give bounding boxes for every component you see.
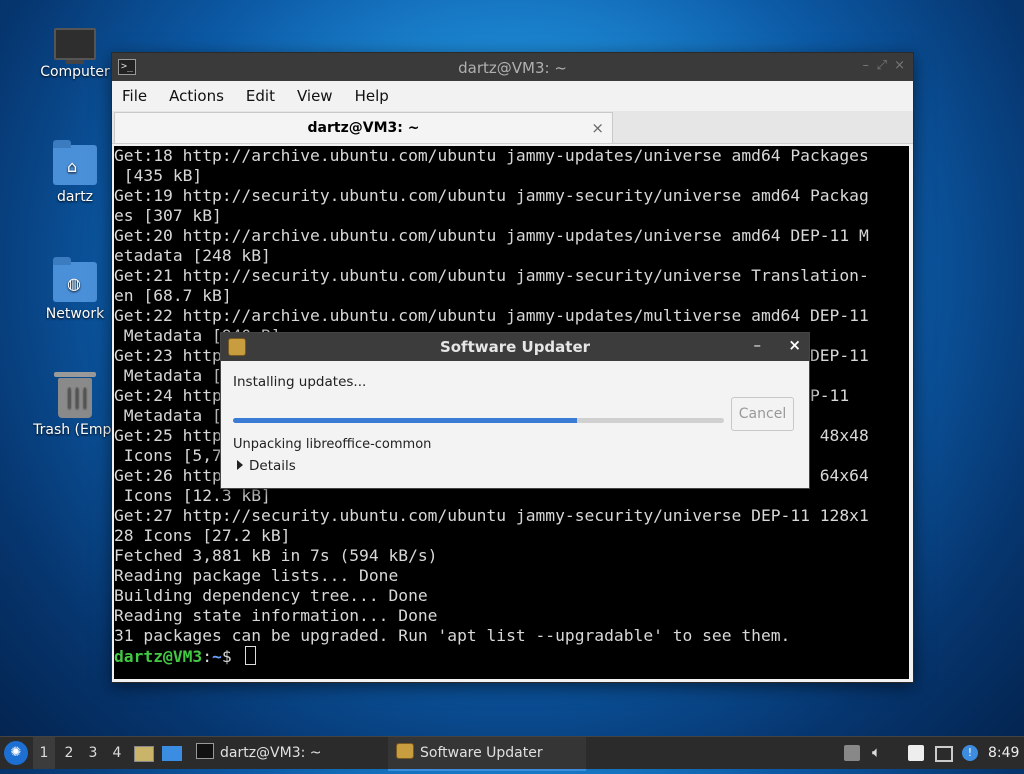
update-notifier-icon[interactable] (844, 745, 860, 761)
terminal-line: Fetched 3,881 kB in 7s (594 kB/s) (114, 546, 438, 565)
tab-close-icon[interactable]: × (591, 113, 604, 143)
computer-icon (54, 28, 96, 64)
network-folder-icon: ◍ (53, 257, 97, 302)
workspace-3[interactable]: 3 (82, 737, 104, 769)
clipboard-icon[interactable] (908, 745, 924, 761)
prompt-dollar: $ (221, 647, 242, 666)
status-text: Installing updates... (233, 374, 367, 390)
terminal-line: Reading state information... Done (114, 606, 438, 625)
progress-bar (233, 418, 724, 423)
taskbar: ✺ 1 2 3 4 dartz@VM3: ~ Software Updater … (0, 736, 1024, 771)
desktop-icon-label: Computer (40, 64, 110, 80)
menu-actions[interactable]: Actions (169, 87, 224, 105)
terminal-line: Get:18 http://archive.ubuntu.com/ubuntu … (114, 146, 869, 165)
dialog-titlebar[interactable]: Software Updater – × (221, 333, 809, 361)
maximize-icon[interactable]: ⤢ (877, 58, 887, 73)
menu-edit[interactable]: Edit (246, 87, 275, 105)
workspace-label: 1 (39, 745, 49, 761)
menubar: File Actions Edit View Help (112, 81, 913, 111)
expander-arrow-icon (237, 460, 243, 470)
desktop-icon-computer[interactable]: Computer (25, 22, 125, 80)
details-expander[interactable]: Details (237, 458, 296, 474)
cancel-button[interactable]: Cancel (731, 397, 794, 431)
minimize-icon[interactable]: – (754, 336, 762, 354)
prompt-line: dartz@VM3:~$ (114, 646, 909, 666)
prompt-path: ~ (212, 647, 222, 666)
menu-view[interactable]: View (297, 87, 333, 105)
details-label: Details (249, 458, 296, 474)
tab-label: dartz@VM3: ~ (307, 120, 420, 136)
terminal-line: es [307 kB] (114, 206, 222, 225)
desktop-icon-home[interactable]: ⌂ dartz (25, 140, 125, 205)
terminal-line: Get:21 http://security.ubuntu.com/ubuntu… (114, 266, 869, 285)
terminal-line: Get:20 http://archive.ubuntu.com/ubuntu … (114, 226, 869, 245)
terminal-line: en [68.7 kB] (114, 286, 232, 305)
task-software-updater[interactable]: Software Updater (388, 737, 586, 771)
software-updater-dialog: Software Updater – × Installing updates.… (220, 332, 810, 489)
software-updater-icon (396, 743, 414, 759)
minimize-icon[interactable]: – (863, 58, 870, 73)
terminal-line: [435 kB] (114, 166, 203, 185)
workspace-4[interactable]: 4 (106, 737, 128, 769)
close-icon[interactable]: × (894, 58, 905, 73)
notification-icon[interactable]: ! (962, 745, 978, 761)
terminal-line: Icons [12.3 kB] (114, 486, 271, 505)
terminal-line: etadata [248 kB] (114, 246, 271, 265)
current-action-text: Unpacking libreoffice-common (233, 437, 432, 452)
dialog-title: Software Updater (439, 338, 591, 356)
desktop-icon-label: Network (45, 306, 105, 322)
prompt-user: dartz@VM3 (114, 647, 203, 666)
clock[interactable]: 8:49 (988, 737, 1019, 769)
home-folder-icon: ⌂ (53, 140, 97, 185)
workspace-label: 3 (88, 745, 98, 761)
task-terminal[interactable]: dartz@VM3: ~ (190, 737, 386, 771)
volume-icon[interactable]: 🔈︎ (872, 743, 888, 761)
desktop-icon-network[interactable]: ◍ Network (25, 257, 125, 322)
terminal-line: Building dependency tree... Done (114, 586, 428, 605)
tab-terminal[interactable]: dartz@VM3: ~ × (114, 112, 613, 143)
window-title: dartz@VM3: ~ (458, 59, 567, 77)
task-label: Software Updater (420, 745, 543, 761)
terminal-titlebar[interactable]: >_ dartz@VM3: ~ – ⤢ × (112, 53, 913, 81)
desktop-icon-label: dartz (56, 189, 94, 205)
file-manager-icon[interactable] (162, 737, 184, 769)
close-icon[interactable]: × (788, 336, 801, 354)
terminal-line: Get:19 http://security.ubuntu.com/ubuntu… (114, 186, 869, 205)
terminal-line: 31 packages can be upgraded. Run 'apt li… (114, 626, 791, 645)
terminal-line: Reading package lists... Done (114, 566, 399, 585)
desktop-icon-label: Trash (Empt (33, 422, 117, 438)
workspace-label: 2 (64, 745, 74, 761)
start-menu-icon[interactable]: ✺ (4, 741, 28, 765)
text-cursor (245, 646, 257, 665)
terminal-line: Get:22 http://archive.ubuntu.com/ubuntu … (114, 306, 869, 325)
workspace-label: 4 (112, 745, 122, 761)
workspace-1[interactable]: 1 (33, 737, 55, 769)
task-label: dartz@VM3: ~ (220, 745, 322, 761)
prompt-separator: : (202, 647, 213, 666)
tab-bar: dartz@VM3: ~ × (112, 111, 913, 144)
terminal-line: 28 Icons [27.2 kB] (114, 526, 291, 545)
progress-fill (233, 418, 577, 423)
terminal-line: Get:27 http://security.ubuntu.com/ubuntu… (114, 506, 869, 525)
workspace-2[interactable]: 2 (58, 737, 80, 769)
trash-icon: ||| (54, 372, 96, 418)
network-icon[interactable] (935, 746, 953, 762)
menu-help[interactable]: Help (355, 87, 389, 105)
menu-file[interactable]: File (122, 87, 147, 105)
show-desktop-icon[interactable] (134, 737, 156, 769)
desktop-icon-trash[interactable]: ||| Trash (Empt (25, 372, 125, 438)
terminal-icon (196, 743, 214, 759)
